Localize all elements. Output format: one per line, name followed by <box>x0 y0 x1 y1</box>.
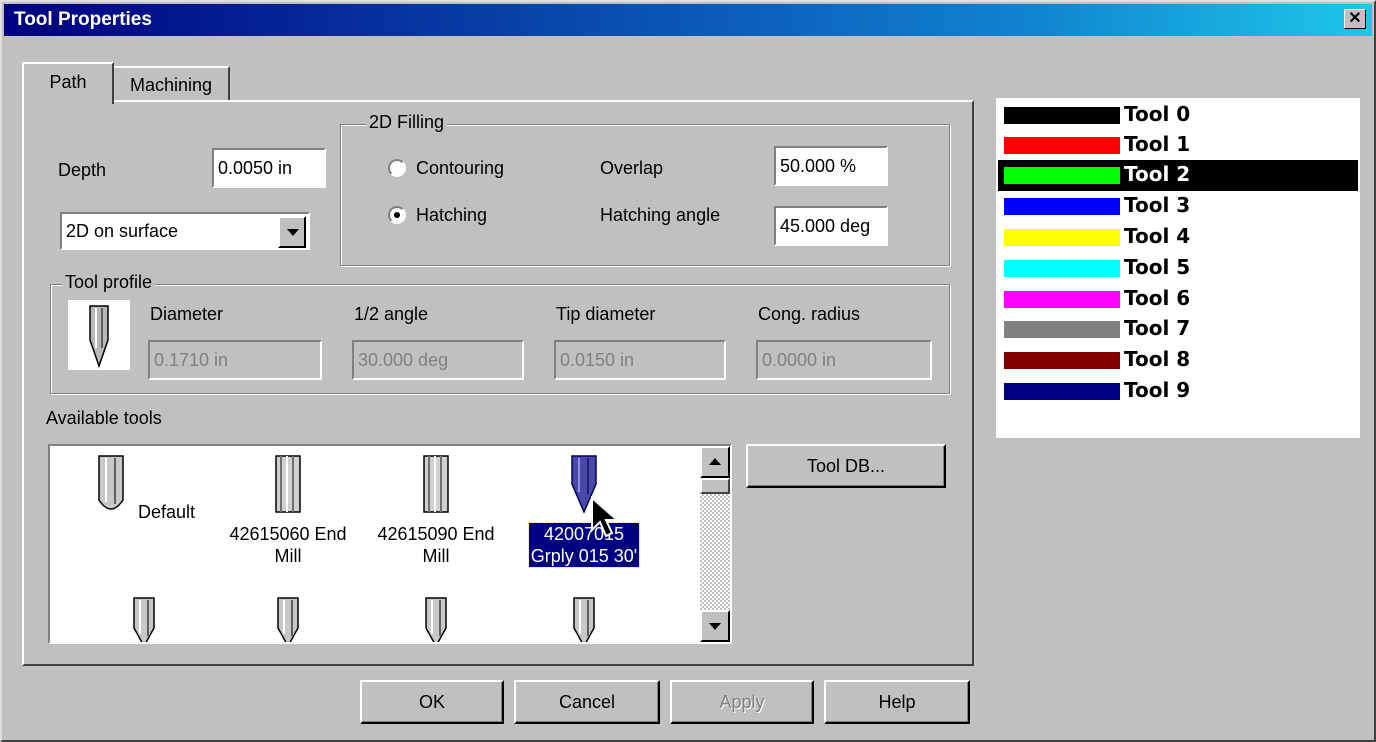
mouse-cursor-icon <box>591 496 620 538</box>
tool-item-name: 42615090 End Mill <box>377 524 495 566</box>
chevron-down-icon <box>709 623 721 630</box>
engraving-tool-icon <box>425 597 447 642</box>
mode-select-dropdown-button[interactable] <box>278 216 306 248</box>
tool-item-engraver-selected[interactable]: 42007015 Grply 015 30' <box>514 454 654 568</box>
ok-button[interactable]: OK <box>360 680 504 724</box>
scroll-thumb[interactable] <box>700 478 730 494</box>
tool-item-name: Default <box>137 502 196 522</box>
path-tab-panel: Depth 0.0050 in 2D on surface 2D Filling… <box>22 100 974 666</box>
tab-machining[interactable]: Machining <box>112 66 230 102</box>
scroll-down-button[interactable] <box>700 610 730 642</box>
cong-radius-label: Cong. radius <box>758 304 861 324</box>
window-title: Tool Properties <box>14 9 152 30</box>
tool-profile-preview <box>68 300 130 370</box>
diameter-label: Diameter <box>150 304 224 324</box>
apply-button[interactable]: Apply <box>670 680 814 724</box>
hatching-label[interactable]: Hatching <box>416 205 487 226</box>
tool-item-row2-1[interactable] <box>74 596 214 642</box>
ball-mill-icon <box>98 455 124 510</box>
tab-path-label: Path <box>49 72 87 92</box>
cong-radius-field[interactable]: 0.0000 in <box>756 340 932 380</box>
tools-scrollbar[interactable] <box>700 446 730 642</box>
title-bar[interactable]: Tool Properties ✕ <box>4 4 1372 36</box>
tool-item-end-mill-60[interactable]: 42615060 End Mill <box>218 454 358 567</box>
color-swatch <box>1004 198 1120 215</box>
tool-item-name: 42615060 End Mill <box>229 524 347 566</box>
engraving-tool-icon <box>89 305 109 369</box>
depth-label: Depth <box>58 160 107 180</box>
tool-color-item[interactable]: Tool 9 <box>998 376 1358 407</box>
contouring-radio[interactable] <box>388 159 406 177</box>
color-swatch <box>1004 137 1120 154</box>
color-swatch <box>1004 352 1120 369</box>
filling-group-label: 2D Filling <box>366 112 448 133</box>
tool-color-item-selected[interactable]: Tool 2 <box>998 160 1358 191</box>
available-tools-list[interactable]: Default 42615060 End Mill 42615090 End Mil… <box>48 444 732 644</box>
depth-input[interactable]: 0.0050 in <box>212 148 326 188</box>
tool-color-item[interactable]: Tool 7 <box>998 314 1358 345</box>
close-icon: ✕ <box>1348 10 1362 27</box>
tool-color-item[interactable]: Tool 8 <box>998 345 1358 376</box>
end-mill-icon <box>423 455 449 513</box>
color-swatch <box>1004 229 1120 246</box>
engraving-tool-icon <box>133 597 155 642</box>
tool-profile-group-label: Tool profile <box>62 272 156 293</box>
color-swatch <box>1004 107 1120 124</box>
hatching-radio[interactable] <box>388 206 406 224</box>
tab-path[interactable]: Path <box>22 62 114 104</box>
close-button[interactable]: ✕ <box>1344 9 1366 29</box>
diameter-field[interactable]: 0.1710 in <box>148 340 322 380</box>
color-swatch <box>1004 291 1120 308</box>
tool-color-item[interactable]: Tool 4 <box>998 222 1358 253</box>
tool-item-row2-3[interactable] <box>366 596 506 642</box>
color-swatch <box>1004 383 1120 400</box>
mode-select[interactable]: 2D on surface <box>60 212 310 250</box>
tool-db-button[interactable]: Tool DB... <box>746 444 946 488</box>
tool-item-row2-2[interactable] <box>218 596 358 642</box>
mode-select-value: 2D on surface <box>66 221 179 241</box>
tool-color-item[interactable]: Tool 1 <box>998 130 1358 161</box>
tool-color-item[interactable]: Tool 0 <box>998 100 1358 131</box>
tool-color-list[interactable]: Tool 0 Tool 1 Tool 2 Tool 3 Tool 4 Tool … <box>996 98 1360 438</box>
end-mill-icon <box>275 455 301 513</box>
color-swatch <box>1004 167 1120 184</box>
tool-properties-dialog: Tool Properties ✕ Path Machining Depth 0… <box>0 0 1376 742</box>
tool-item-row2-4[interactable] <box>514 596 654 642</box>
contouring-label[interactable]: Contouring <box>416 158 504 179</box>
overlap-input[interactable]: 50.000 % <box>774 146 888 186</box>
engraving-tool-icon <box>277 597 299 642</box>
tool-item-default[interactable]: Default <box>74 454 214 523</box>
tool-color-item[interactable]: Tool 3 <box>998 191 1358 222</box>
engraving-tool-icon <box>573 597 595 642</box>
tip-diameter-field[interactable]: 0.0150 in <box>554 340 726 380</box>
half-angle-label: 1/2 angle <box>354 304 429 324</box>
tab-machining-label: Machining <box>129 75 213 95</box>
hatching-angle-label: Hatching angle <box>600 205 721 225</box>
scroll-up-button[interactable] <box>700 446 730 478</box>
tool-color-item[interactable]: Tool 5 <box>998 253 1358 284</box>
half-angle-field[interactable]: 30.000 deg <box>352 340 524 380</box>
chevron-down-icon <box>287 229 299 236</box>
available-tools-label: Available tools <box>46 408 162 428</box>
chevron-up-icon <box>709 458 721 465</box>
cancel-button[interactable]: Cancel <box>514 680 660 724</box>
tool-item-end-mill-90[interactable]: 42615090 End Mill <box>366 454 506 567</box>
overlap-label: Overlap <box>600 158 664 178</box>
color-swatch <box>1004 260 1120 277</box>
color-swatch <box>1004 321 1120 338</box>
radio-selected-dot <box>394 212 400 218</box>
tip-diameter-label: Tip diameter <box>556 304 656 324</box>
help-button[interactable]: Help <box>824 680 970 724</box>
tool-color-item[interactable]: Tool 6 <box>998 284 1358 315</box>
hatching-angle-input[interactable]: 45.000 deg <box>774 206 888 246</box>
